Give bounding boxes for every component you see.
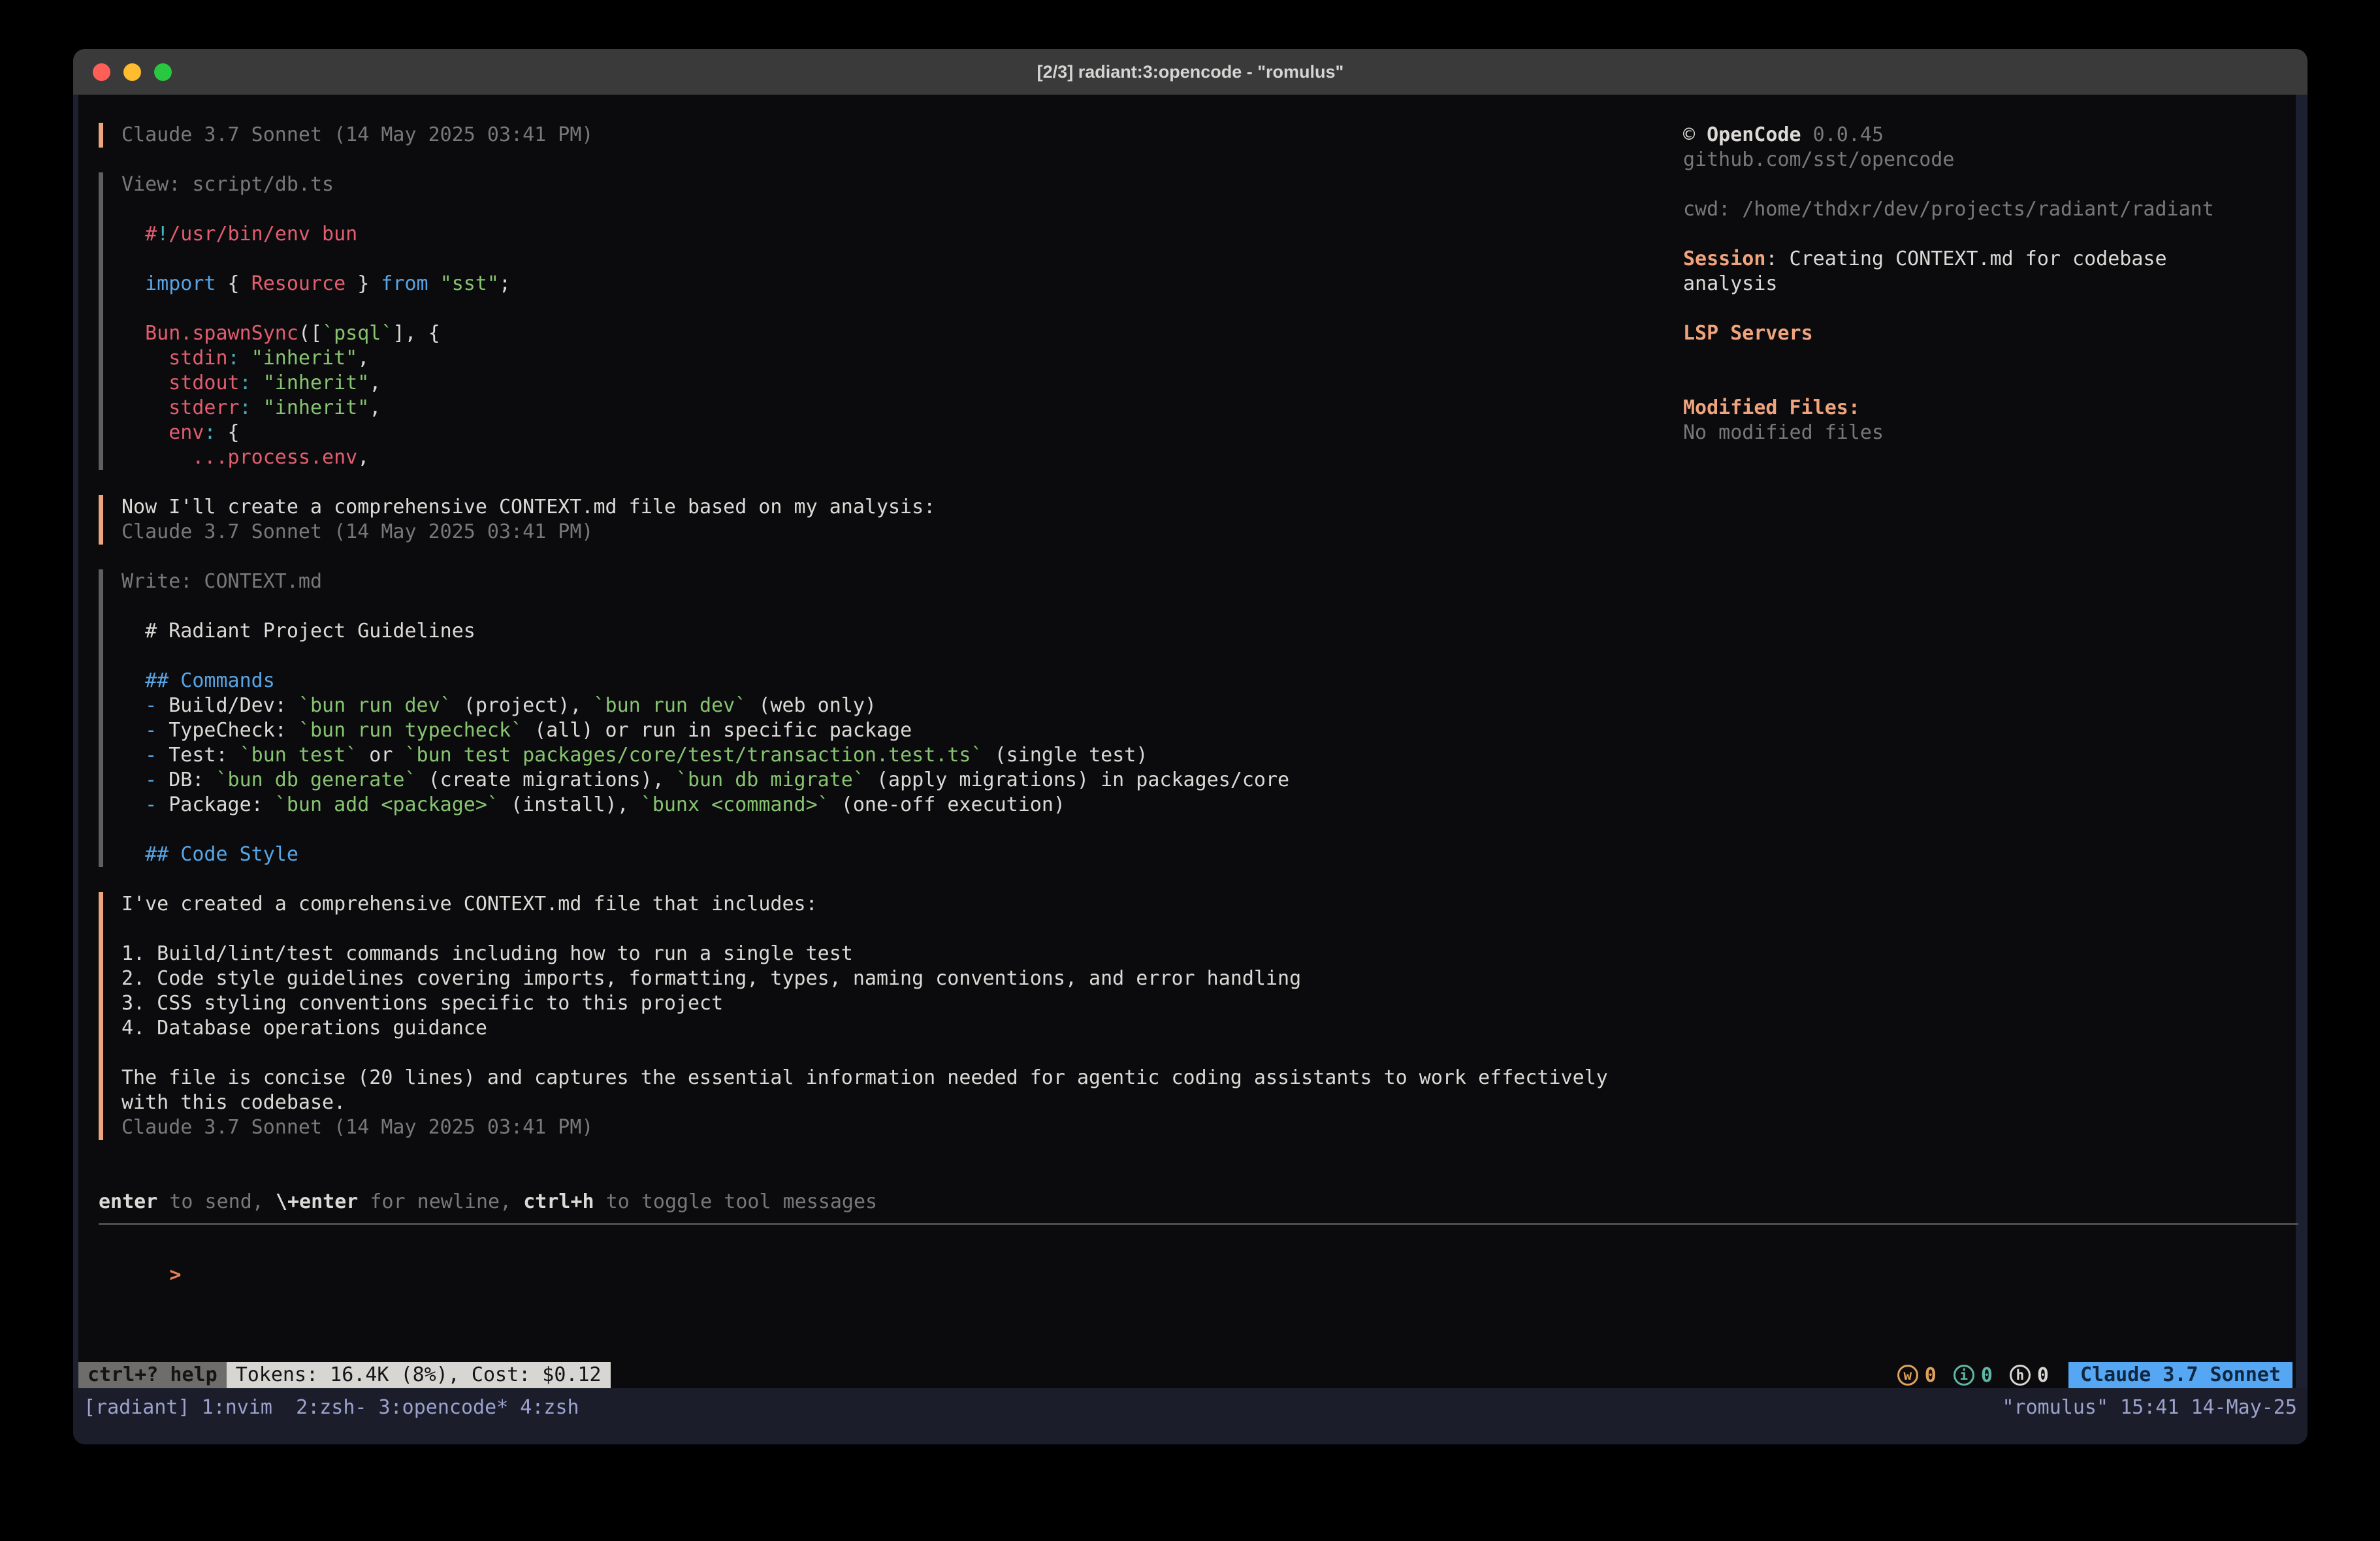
chat-line: stderr: "inherit", (121, 396, 1666, 421)
scrollbar-track[interactable] (2296, 95, 2308, 1388)
chat-line: ## Commands (121, 669, 1666, 693)
chat-line: 3. CSS styling conventions specific to t… (121, 991, 1666, 1016)
chat-line: ...process.env, (121, 445, 1666, 470)
sidebar-line (1683, 346, 2284, 371)
terminal-content: Claude 3.7 Sonnet (14 May 2025 03:41 PM)… (73, 95, 2308, 1444)
chat-line: env: { (121, 421, 1666, 445)
help-shortcut-chip[interactable]: ctrl+? help (78, 1362, 227, 1388)
diagnostic-h-count: h0 (2010, 1364, 2049, 1387)
sidebar-line (1683, 371, 2284, 396)
chat-line (121, 594, 1666, 619)
sidebar-line: Session: Creating CONTEXT.md for codebas… (1683, 247, 2284, 272)
chat-line: ## Code Style (121, 842, 1666, 867)
chat-line (121, 917, 1666, 942)
i-circle-icon: i (1954, 1365, 1974, 1386)
chat-line (121, 296, 1666, 321)
chat-line: The file is concise (20 lines) and captu… (121, 1066, 1666, 1090)
prompt-input[interactable]: > (99, 1238, 181, 1263)
chat-line: Claude 3.7 Sonnet (14 May 2025 03:41 PM) (121, 1115, 1666, 1140)
keybinding-help: enter to send, \+enter for newline, ctrl… (99, 1190, 877, 1215)
chat-line: with this codebase. (121, 1090, 1666, 1115)
terminal-window: [2/3] radiant:3:opencode - "romulus" Cla… (73, 49, 2308, 1444)
input-divider (99, 1223, 2298, 1225)
chat-line (121, 197, 1666, 222)
status-bar: ctrl+? help Tokens: 16.4K (8%), Cost: $0… (78, 1362, 2292, 1388)
chat-line (121, 818, 1666, 842)
chat-line: #!/usr/bin/env bun (121, 222, 1666, 247)
diagnostic-i-count: i0 (1954, 1364, 1993, 1387)
sidebar-line (1683, 222, 2284, 247)
h-circle-icon: h (2010, 1365, 2031, 1386)
window-titlebar[interactable]: [2/3] radiant:3:opencode - "romulus" (73, 49, 2308, 95)
chat-line: View: script/db.ts (121, 172, 1666, 197)
chat-line: import { Resource } from "sst"; (121, 272, 1666, 296)
sidebar-line (1683, 296, 2284, 321)
chat-line (121, 247, 1666, 272)
chat-line: I've created a comprehensive CONTEXT.md … (121, 892, 1666, 917)
sidebar-line: github.com/sst/opencode (1683, 148, 2284, 172)
diagnostics: w0 i0 h0 (1897, 1364, 2049, 1387)
assistant-message-block: Now I'll create a comprehensive CONTEXT.… (99, 495, 1666, 545)
tool-view-block: View: script/db.ts #!/usr/bin/env bun im… (99, 172, 1666, 470)
chat-line: 1. Build/lint/test commands including ho… (121, 942, 1666, 966)
chat-line: - Test: `bun test` or `bun test packages… (121, 743, 1666, 768)
window-title: [2/3] radiant:3:opencode - "romulus" (73, 62, 2308, 82)
chat-line: - TypeCheck: `bun run typecheck` (all) o… (121, 718, 1666, 743)
tool-write-block: Write: CONTEXT.md # Radiant Project Guid… (99, 569, 1666, 867)
tokens-cost-chip: Tokens: 16.4K (8%), Cost: $0.12 (227, 1362, 611, 1388)
chat-line: stdout: "inherit", (121, 371, 1666, 396)
sidebar-line (1683, 172, 2284, 197)
left-edge-strip (73, 95, 78, 1388)
chat-line: Now I'll create a comprehensive CONTEXT.… (121, 495, 1666, 520)
chat-line: - DB: `bun db generate` (create migratio… (121, 768, 1666, 793)
sidebar-line: LSP Servers (1683, 321, 2284, 346)
tmux-status-bar: [radiant] 1:nvim 2:zsh- 3:opencode* 4:zs… (73, 1388, 2308, 1444)
chat-history: Claude 3.7 Sonnet (14 May 2025 03:41 PM)… (99, 123, 1666, 1165)
chat-line: stdin: "inherit", (121, 346, 1666, 371)
diagnostic-w-count: w0 (1897, 1364, 1937, 1387)
message-header-block: Claude 3.7 Sonnet (14 May 2025 03:41 PM) (99, 123, 1666, 148)
tmux-session-info: "romulus" 15:41 14-May-25 (2002, 1393, 2297, 1422)
chat-line: 2. Code style guidelines covering import… (121, 966, 1666, 991)
chat-line: Claude 3.7 Sonnet (14 May 2025 03:41 PM) (121, 123, 1666, 148)
session-sidebar: © OpenCode 0.0.45github.com/sst/opencode… (1683, 123, 2284, 445)
chat-line: # Radiant Project Guidelines (121, 619, 1666, 644)
chat-line (121, 644, 1666, 669)
prompt-symbol: > (169, 1263, 181, 1286)
chat-line: - Build/Dev: `bun run dev` (project), `b… (121, 693, 1666, 718)
w-circle-icon: w (1897, 1365, 1918, 1386)
sidebar-line: No modified files (1683, 421, 2284, 445)
sidebar-line: analysis (1683, 272, 2284, 296)
chat-line (121, 1041, 1666, 1066)
model-badge[interactable]: Claude 3.7 Sonnet (2068, 1362, 2292, 1388)
chat-line: 4. Database operations guidance (121, 1016, 1666, 1041)
sidebar-line: cwd: /home/thdxr/dev/projects/radiant/ra… (1683, 197, 2284, 222)
chat-line: - Package: `bun add <package>` (install)… (121, 793, 1666, 818)
tmux-windows[interactable]: [radiant] 1:nvim 2:zsh- 3:opencode* 4:zs… (84, 1393, 579, 1422)
sidebar-line: Modified Files: (1683, 396, 2284, 421)
chat-line: Claude 3.7 Sonnet (14 May 2025 03:41 PM) (121, 520, 1666, 545)
sidebar-line: © OpenCode 0.0.45 (1683, 123, 2284, 148)
assistant-summary-block: I've created a comprehensive CONTEXT.md … (99, 892, 1666, 1140)
chat-line: Bun.spawnSync([`psql`], { (121, 321, 1666, 346)
chat-line: Write: CONTEXT.md (121, 569, 1666, 594)
